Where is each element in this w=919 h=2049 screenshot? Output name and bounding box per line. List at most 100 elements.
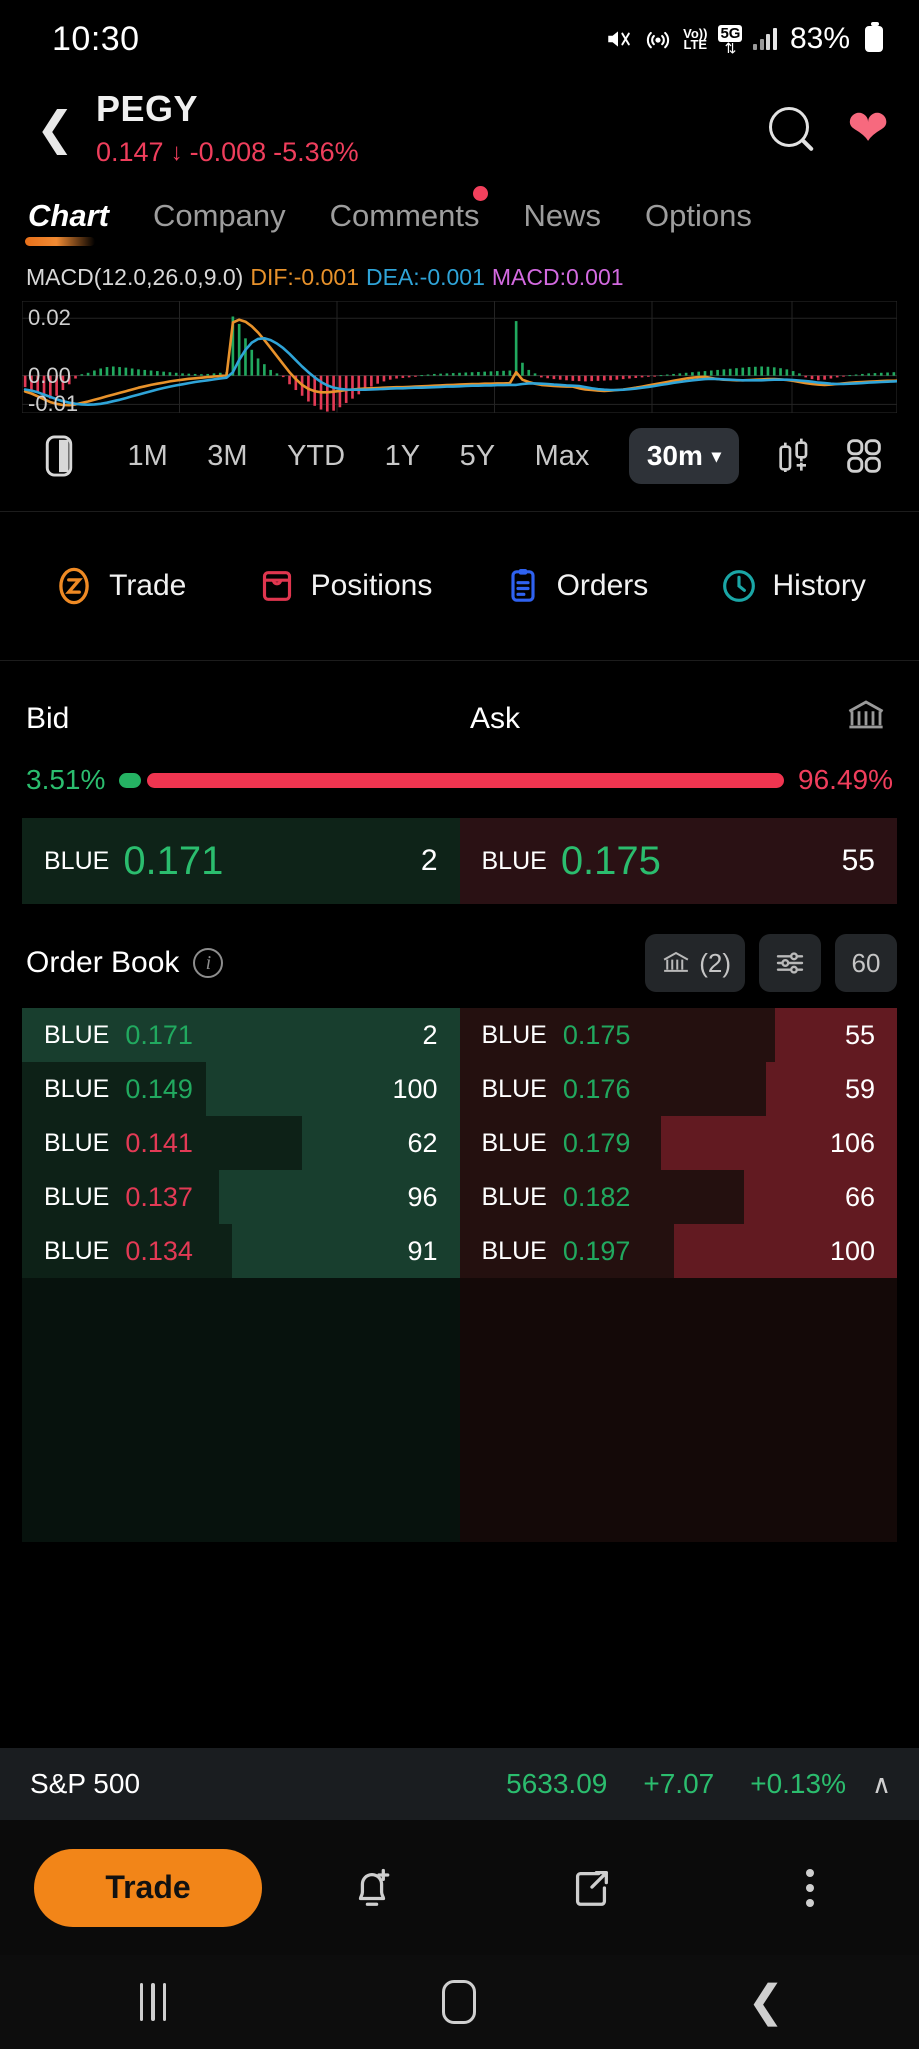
info-icon[interactable]: i xyxy=(193,948,224,978)
table-row[interactable]: BLUE 0.176 59 xyxy=(459,1062,897,1116)
bid-label: Bid xyxy=(26,701,70,735)
heart-icon[interactable]: ❤ xyxy=(847,103,889,153)
row-price: 0.137 xyxy=(125,1181,193,1212)
row-size: 106 xyxy=(829,1127,875,1158)
table-row[interactable]: BLUE 0.171 2 xyxy=(22,1008,460,1062)
more-vertical-icon[interactable] xyxy=(700,1864,919,1912)
page-title: PEGY xyxy=(96,88,199,129)
history-action[interactable]: History xyxy=(719,566,866,606)
bank-icon[interactable] xyxy=(843,695,889,742)
back-chevron-icon[interactable]: ❮ xyxy=(26,105,84,151)
grid-layout-icon[interactable] xyxy=(835,427,893,485)
bid-ratio-fill xyxy=(119,772,141,788)
back-icon[interactable]: ❮ xyxy=(613,1980,919,2024)
notification-dot xyxy=(472,186,488,201)
top-bid-row[interactable]: BLUE 0.171 2 xyxy=(22,818,460,904)
row-venue: BLUE xyxy=(481,1020,547,1049)
hotspot-icon xyxy=(644,26,672,52)
trade-button[interactable]: Trade xyxy=(34,1848,262,1927)
row-price: 0.182 xyxy=(562,1181,631,1212)
exchange-filter-button[interactable]: (2) xyxy=(645,934,745,992)
row-size: 2 xyxy=(422,1019,438,1050)
app-root: 10:30 Vo)) LTE 5G ⇅ 83% ❮ PEGY 0.147 ↓ -… xyxy=(0,0,919,2049)
ask-filler xyxy=(459,1278,897,1542)
timeframe-max[interactable]: Max xyxy=(535,430,590,483)
tab-news[interactable]: News xyxy=(524,198,602,248)
tab-bar: Chart Company Comments News Options xyxy=(0,178,919,248)
index-name: S&P 500 xyxy=(30,1768,141,1799)
row-size: 91 xyxy=(407,1235,438,1266)
down-arrow-icon: ↓ xyxy=(170,138,183,166)
index-value: 5633.09 xyxy=(506,1768,608,1799)
sliders-icon[interactable] xyxy=(759,934,821,992)
positions-action[interactable]: Positions xyxy=(257,566,432,606)
row-size: 59 xyxy=(844,1073,875,1104)
top-ask-size: 55 xyxy=(841,844,875,877)
ticker-header: ❮ PEGY 0.147 ↓ -0.008 -5.36% ❤ xyxy=(0,78,919,178)
depth-level-button[interactable]: 60 xyxy=(835,934,897,992)
row-venue: BLUE xyxy=(44,1128,110,1157)
ratio-bar xyxy=(119,772,785,788)
orders-action[interactable]: Orders xyxy=(503,566,649,606)
tab-chart[interactable]: Chart xyxy=(25,198,109,248)
index-change: +7.07 xyxy=(643,1768,715,1799)
table-row[interactable]: BLUE 0.175 55 xyxy=(459,1008,897,1062)
row-size: 66 xyxy=(844,1181,875,1212)
tab-comments[interactable]: Comments xyxy=(330,186,488,248)
top-ask-row[interactable]: BLUE 0.175 55 xyxy=(459,818,897,904)
table-row[interactable]: BLUE 0.134 91 xyxy=(22,1224,460,1278)
tab-company[interactable]: Company xyxy=(153,198,286,248)
trade-actions-row: Trade Positions Orders History xyxy=(0,512,919,660)
top-of-book: BLUE 0.171 2 BLUE 0.175 55 xyxy=(22,818,897,904)
order-book-asks: BLUE 0.175 55 BLUE 0.176 59 BLUE 0.179 1… xyxy=(459,1008,897,1278)
search-icon[interactable] xyxy=(767,105,813,151)
android-nav-bar: ❮ xyxy=(0,1955,919,2049)
battery-percent: 83% xyxy=(789,22,850,55)
macd-chart[interactable]: 0.02 0.00 -0.01 xyxy=(21,300,908,416)
timeframe-3m[interactable]: 3M xyxy=(207,430,247,483)
bell-add-icon[interactable] xyxy=(262,1863,481,1913)
index-bar[interactable]: S&P 500 5633.09 +7.07 +0.13% ∧ xyxy=(0,1748,919,1820)
order-book-title: Order Book xyxy=(26,946,180,979)
recents-icon[interactable] xyxy=(0,1983,306,2021)
timeframe-5y[interactable]: 5Y xyxy=(460,430,495,483)
macd-dif: DIF:-0.001 xyxy=(250,264,359,290)
tab-options[interactable]: Options xyxy=(645,198,752,248)
row-size: 96 xyxy=(407,1181,438,1212)
row-price: 0.171 xyxy=(125,1019,193,1050)
table-row[interactable]: BLUE 0.197 100 xyxy=(459,1224,897,1278)
bid-ask-header: Bid Ask xyxy=(0,661,919,742)
depth-level-value: 60 xyxy=(851,947,881,978)
macd-dea: DEA:-0.001 xyxy=(365,264,485,290)
expand-caret-icon[interactable]: ∧ xyxy=(872,1769,891,1800)
timeframe-ytd[interactable]: YTD xyxy=(287,430,345,483)
change-percent: -5.36% xyxy=(273,137,359,167)
interval-selector[interactable]: 30m ▾ xyxy=(628,428,739,484)
row-price: 0.179 xyxy=(562,1127,631,1158)
table-row[interactable]: BLUE 0.137 96 xyxy=(22,1170,460,1224)
indicator-icon[interactable] xyxy=(765,427,823,485)
timeframe-1y[interactable]: 1Y xyxy=(385,430,420,483)
table-row[interactable]: BLUE 0.179 106 xyxy=(459,1116,897,1170)
table-row[interactable]: BLUE 0.141 62 xyxy=(22,1116,460,1170)
table-row[interactable]: BLUE 0.149 100 xyxy=(22,1062,460,1116)
row-price: 0.141 xyxy=(125,1127,193,1158)
exchange-count: (2) xyxy=(699,947,731,978)
mute-icon xyxy=(603,26,633,52)
table-row[interactable]: BLUE 0.182 66 xyxy=(459,1170,897,1224)
last-price: 0.147 xyxy=(96,137,164,167)
order-book-table: BLUE 0.171 2 BLUE 0.149 100 BLUE 0.141 6… xyxy=(22,1008,897,1278)
orders-action-label: Orders xyxy=(556,569,649,602)
candle-toggle-icon[interactable] xyxy=(30,427,88,485)
price-line: 0.147 ↓ -0.008 -5.36% xyxy=(96,137,359,168)
timeframe-1m[interactable]: 1M xyxy=(128,430,168,483)
home-icon[interactable] xyxy=(306,1980,612,2024)
ask-ratio-fill xyxy=(146,772,785,788)
top-bid-size: 2 xyxy=(420,844,438,877)
status-bar: 10:30 Vo)) LTE 5G ⇅ 83% xyxy=(0,0,919,78)
trade-action[interactable]: Trade xyxy=(53,565,186,607)
row-price: 0.197 xyxy=(562,1235,631,1266)
bid-filler xyxy=(22,1278,460,1542)
share-icon[interactable] xyxy=(481,1864,700,1912)
row-size: 100 xyxy=(829,1235,875,1266)
